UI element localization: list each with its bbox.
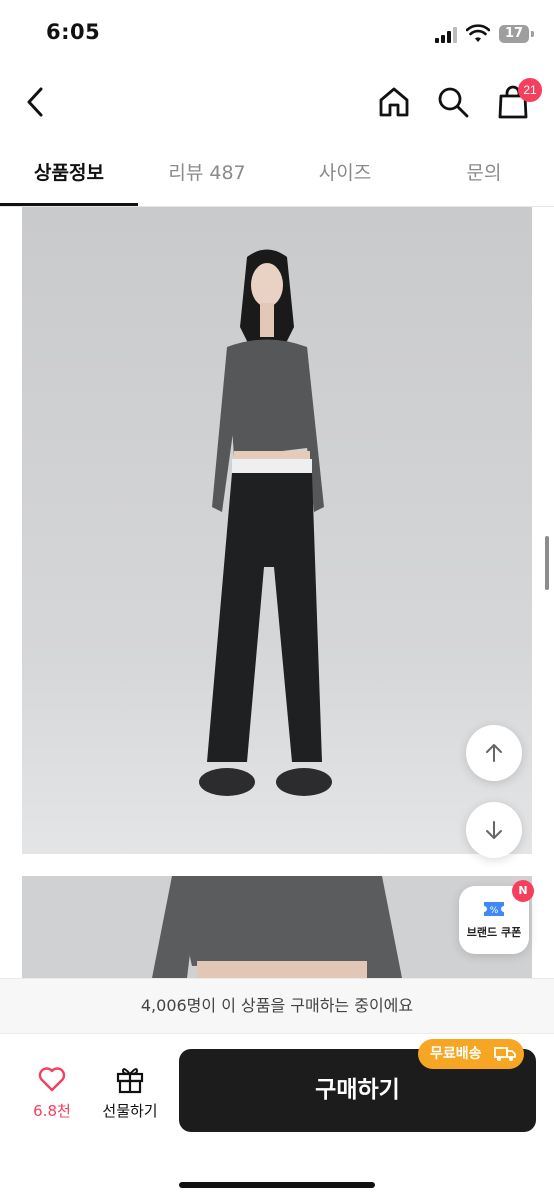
search-button[interactable] [429, 70, 477, 134]
gift-button[interactable]: 선물하기 [96, 1062, 164, 1122]
chevron-left-icon [27, 87, 43, 117]
clock: 6:05 [46, 20, 101, 44]
scrollbar[interactable] [545, 536, 549, 590]
cart-count-badge: 21 [518, 78, 542, 102]
tab-size[interactable]: 사이즈 [276, 140, 414, 206]
arrow-up-icon [486, 744, 502, 762]
product-photo-1 [22, 207, 532, 854]
back-button[interactable] [12, 70, 60, 134]
new-badge: N [512, 880, 534, 902]
purchase-activity-notice: 4,006명이 이 상품을 구매하는 중이에요 [0, 978, 554, 1034]
tab-product-info[interactable]: 상품정보 [0, 140, 138, 206]
free-shipping-label: 무료배송 [430, 1046, 482, 1062]
like-button[interactable]: 6.8천 [22, 1062, 82, 1122]
home-indicator[interactable] [179, 1182, 375, 1188]
free-shipping-badge: 무료배송 [418, 1039, 524, 1069]
battery-tip [531, 31, 534, 37]
gift-label: 선물하기 [102, 1102, 158, 1120]
status-bar: 6:05 17 [0, 0, 554, 64]
product-detail-content [0, 207, 554, 978]
heart-icon [38, 1067, 66, 1092]
arrow-down-icon [486, 821, 502, 839]
wifi-icon [466, 24, 490, 42]
tab-inquiry[interactable]: 문의 [414, 140, 554, 206]
product-photo-2 [22, 876, 532, 978]
top-navigation [0, 70, 554, 134]
coupon-label: 브랜드 쿠폰 [466, 926, 522, 939]
scroll-down-button[interactable] [466, 802, 522, 858]
cellular-signal-icon [435, 27, 457, 43]
active-tab-indicator [0, 203, 138, 206]
gift-icon [116, 1068, 144, 1094]
like-count: 6.8천 [33, 1102, 71, 1120]
battery-level: 17 [499, 25, 529, 43]
home-button[interactable] [370, 70, 418, 134]
product-tabs: 상품정보 리뷰 487 사이즈 문의 [0, 140, 554, 207]
svg-text:%: % [490, 906, 499, 916]
truck-icon [494, 1047, 516, 1061]
home-icon [379, 87, 409, 117]
search-icon [438, 87, 469, 118]
coupon-icon: % [484, 902, 504, 916]
scroll-up-button[interactable] [466, 725, 522, 781]
tab-reviews[interactable]: 리뷰 487 [138, 140, 276, 206]
